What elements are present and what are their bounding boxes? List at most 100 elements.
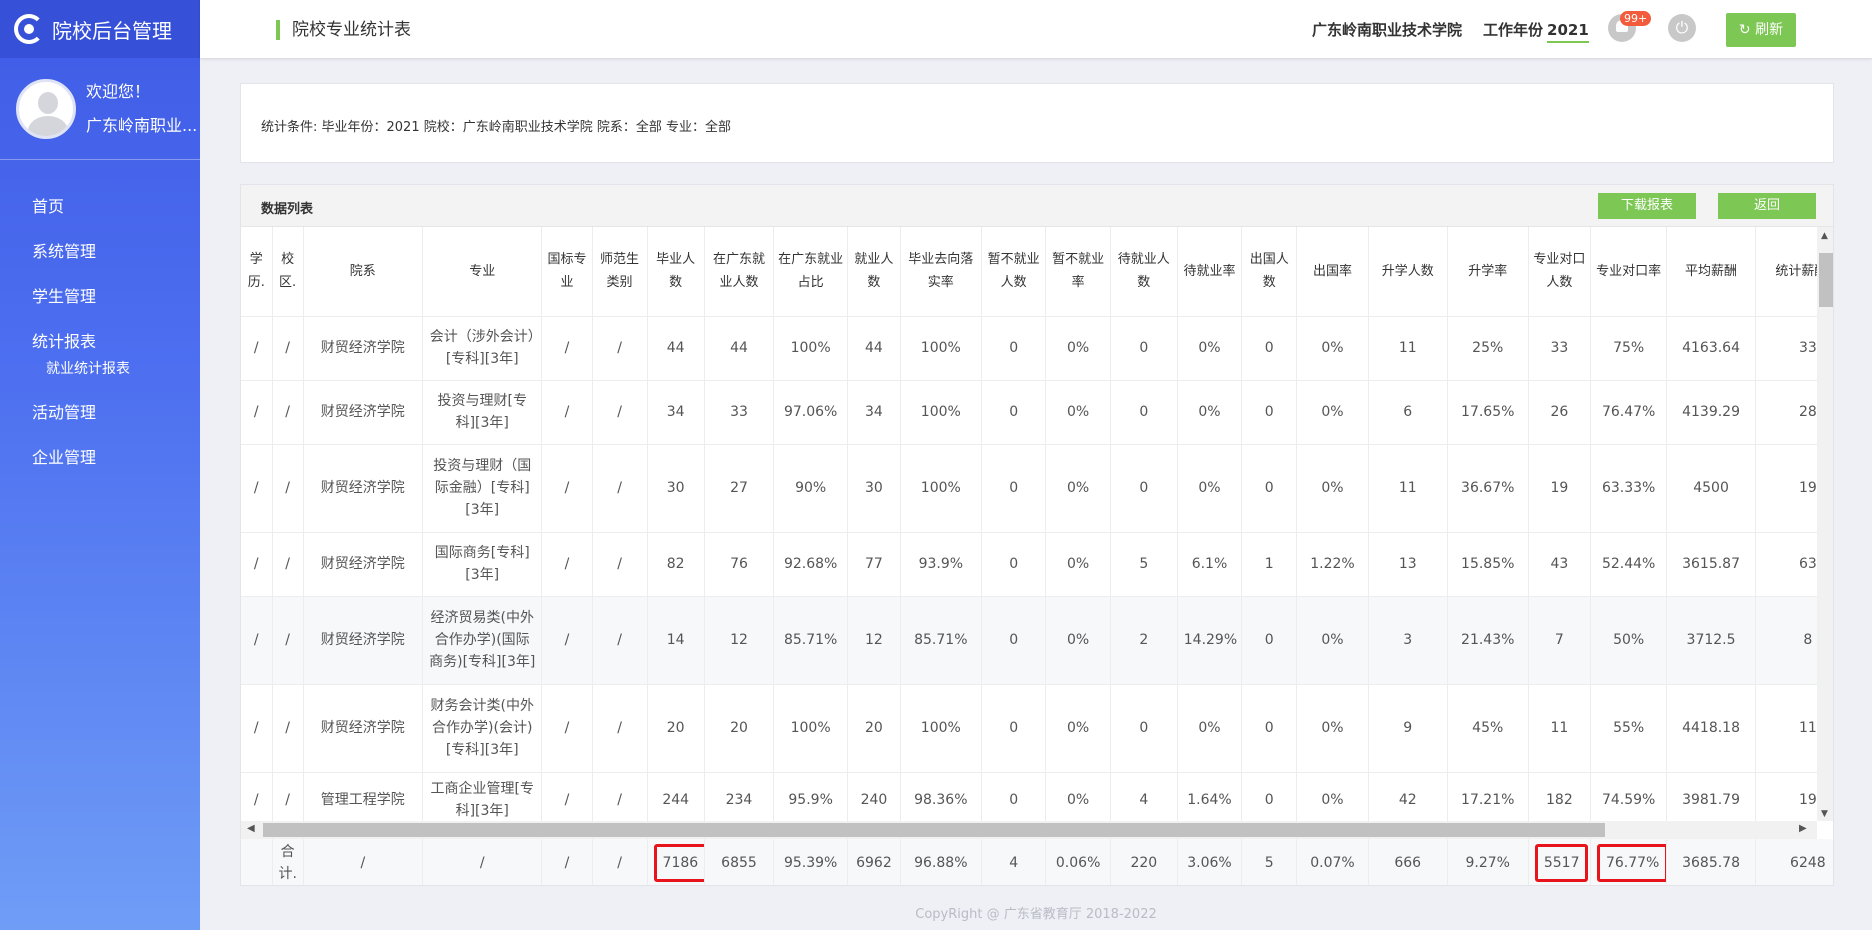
table-cell: 0% [1045,444,1111,533]
table-row[interactable]: / / 财贸经济学院 经济贸易类(中外合作办学)(国际商务)[专科][3年] //14 1… [241,596,1817,685]
table-cell: 0 [981,444,1047,533]
scroll-left-icon[interactable]: ◀ [247,823,255,834]
table-cell: 财贸经济学院 [303,684,424,773]
column-header: 待就业率 [1177,227,1243,317]
total-cell: / [592,839,648,885]
total-cell: 4 [981,839,1047,885]
table-cell: / [592,444,648,533]
table-cell: 0% [1177,444,1243,533]
table-cell: 财贸经济学院 [303,596,424,685]
table-cell: 财务会计类(中外合作办学)(会计)[专科][3年] [422,684,543,773]
table-cell: 20 [647,684,705,773]
column-header: 升学率 [1447,227,1529,317]
table-cell: 20 [847,684,901,773]
table-cell: / [241,444,273,533]
scroll-up-icon[interactable]: ▲ [1821,231,1828,241]
total-cell: / [303,839,424,885]
table-cell: / [592,684,648,773]
table-cell: 82 [647,532,705,597]
table-cell: 97.06% [773,380,849,445]
column-header: 就业人数 [847,227,901,317]
user-name: 广东岭南职业... [86,115,198,135]
table-row[interactable]: / / 财贸经济学院 会计（涉外会计）[专科][3年] //44 44 100% 44 100%… [241,316,1817,381]
table-cell: 20 [704,684,775,773]
table-cell: 4163.64 [1666,316,1756,381]
highlighted-total-value: 7186 [653,843,704,882]
table-cell: 0 [1241,596,1298,685]
table-cell: 30 [847,444,901,533]
table-cell: 4139.29 [1666,380,1756,445]
table-cell: 33 [1528,316,1591,381]
horizontal-scrollbar[interactable]: ◀ ▶ [241,821,1817,839]
sidebar-item-students[interactable]: 学生管理 [0,274,200,319]
total-cell: 5517 [1528,839,1591,885]
refresh-icon: ↻ [1738,22,1751,38]
horizontal-scroll-thumb[interactable] [263,823,1605,837]
total-cell [241,839,273,885]
table-cell: 2 [1110,596,1178,685]
table-cell: 1.22% [1296,532,1369,597]
table-cell: 投资与理财（国际金融）[专科][3年] [422,444,543,533]
total-cell: 6248 [1755,839,1833,885]
column-header: 师范生类别 [592,227,648,317]
table-cell: 30 [647,444,705,533]
scroll-right-icon[interactable]: ▶ [1799,823,1807,834]
table-cell: 25% [1447,316,1529,381]
table-cell: 63 [1755,532,1817,597]
table-row[interactable]: / / 财贸经济学院 国际商务[专科][3年] //82 76 92.68% 77 93.9% 0… [241,532,1817,597]
power-icon[interactable]: ⏻ [1668,14,1696,42]
total-cell: 3.06% [1177,839,1243,885]
sidebar-item-home[interactable]: 首页 [0,184,200,229]
table-cell: / [541,316,593,381]
table-cell: 43 [1528,532,1591,597]
table-cell: 0% [1045,380,1111,445]
vertical-scrollbar[interactable]: ▲ ▼ [1817,227,1833,821]
table-cell: / [241,684,273,773]
table-viewport[interactable]: 学历. 校区. 院系 专业 国标专业 师范生类别 毕业人数 在广东就业人数 在广东就业占比 就业人… [241,227,1817,821]
column-header: 出国率 [1296,227,1369,317]
table-cell: 52.44% [1590,532,1668,597]
table-cell: 0% [1296,772,1369,821]
data-table: 学历. 校区. 院系 专业 国标专业 师范生类别 毕业人数 在广东就业人数 在广东就业占比 就业人… [241,227,1817,821]
table-cell: 21.43% [1447,596,1529,685]
table-cell: 3615.87 [1666,532,1756,597]
table-cell: 3712.5 [1666,596,1756,685]
table-cell: 6.1% [1177,532,1243,597]
sidebar: 院校后台管理 欢迎您！ 广东岭南职业... 首页 系统管理 学生管理 统计报表 … [0,0,200,930]
table-cell: 0 [1110,444,1178,533]
column-header: 升学人数 [1368,227,1448,317]
sidebar-item-enterprises[interactable]: 企业管理 [0,435,200,480]
table-row[interactable]: / / 财贸经济学院 投资与理财[专科][3年] //34 33 97.06% 34 100% 0… [241,380,1817,445]
table-row[interactable]: / / 财贸经济学院 投资与理财（国际金融）[专科][3年] //30 27 90% 30 10… [241,444,1817,533]
table-cell: 8 [1755,596,1817,685]
table-cell: 76.47% [1590,380,1668,445]
table-cell: 财贸经济学院 [303,444,424,533]
table-cell: 85.71% [900,596,982,685]
total-cell: 76.77% [1590,839,1668,885]
back-button[interactable]: 返回 [1718,193,1816,219]
download-report-button[interactable]: 下载报表 [1598,193,1696,219]
table-cell: 19 [1755,772,1817,821]
table-cell: 0 [981,772,1047,821]
table-cell: 0% [1045,316,1111,381]
sidebar-subitem-employment-report[interactable]: 就业统计报表 [0,356,200,390]
work-year[interactable]: 工作年份 2021 [1483,19,1589,43]
scroll-down-icon[interactable]: ▼ [1821,809,1828,819]
sidebar-item-system[interactable]: 系统管理 [0,229,200,274]
table-cell: 0 [981,316,1047,381]
table-cell: 240 [847,772,901,821]
column-header: 暂不就业人数 [981,227,1047,317]
welcome-text: 欢迎您！ [86,81,151,101]
refresh-button[interactable]: ↻ 刷新 [1726,13,1796,47]
column-header: 国标专业 [541,227,593,317]
table-cell: 44 [704,316,775,381]
table-row[interactable]: / / 管理工程学院 工商企业管理[专科][3年] //244 234 95.9% 240 98… [241,772,1817,821]
column-header: 学历. [241,227,273,317]
table-cell: 5 [1110,532,1178,597]
table-cell: / [541,684,593,773]
table-row[interactable]: / / 财贸经济学院 财务会计类(中外合作办学)(会计)[专科][3年] //20 20 1… [241,684,1817,773]
table-cell: 98.36% [900,772,982,821]
vertical-scroll-thumb[interactable] [1819,253,1833,307]
sidebar-item-activities[interactable]: 活动管理 [0,390,200,435]
table-cell: 财贸经济学院 [303,532,424,597]
